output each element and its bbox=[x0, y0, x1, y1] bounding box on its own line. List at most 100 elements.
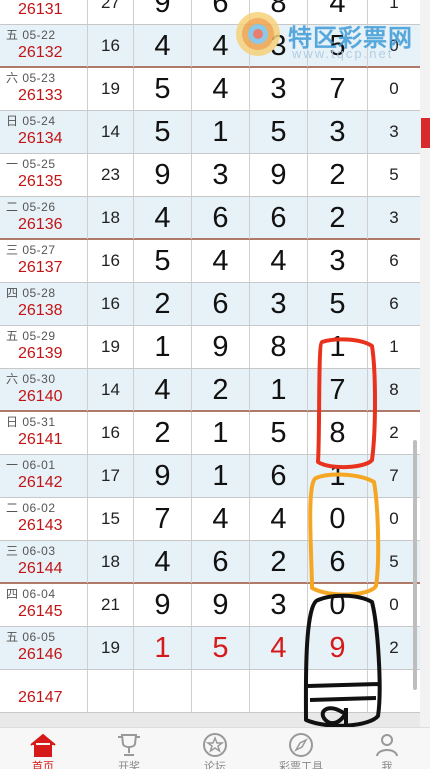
right-edge-accent bbox=[421, 118, 430, 148]
nav-item-1[interactable]: 开奖 bbox=[86, 728, 172, 769]
digit-4: 1 bbox=[308, 455, 368, 497]
sum-value: 16 bbox=[88, 412, 134, 454]
issue-cell: 二 05-26 26136 bbox=[0, 197, 88, 239]
sum-value: 21 bbox=[88, 584, 134, 626]
extra-value: 8 bbox=[389, 380, 399, 399]
watermark-logo: 特区彩票网 www.tqcp.net bbox=[232, 6, 422, 62]
results-table: 四 05-21 26131 27 9684 1 五 05-22 26132 16… bbox=[0, 0, 420, 713]
draw-date: 日 05-24 bbox=[6, 114, 56, 128]
digit-1: 2 bbox=[134, 412, 192, 454]
table-row[interactable]: 三 05-27 26137 16 5443 6 bbox=[0, 240, 420, 283]
digit-2: 9 bbox=[192, 326, 250, 368]
extra-value: 6 bbox=[389, 294, 399, 313]
table-row[interactable]: 一 06-01 26142 17 9161 7 bbox=[0, 455, 420, 498]
digit-2: 6 bbox=[192, 283, 250, 325]
issue-number: 26141 bbox=[18, 431, 63, 448]
digit-1: 5 bbox=[134, 240, 192, 282]
digit-1: 5 bbox=[134, 111, 192, 153]
table-row[interactable]: 五 06-05 26146 19 1549 2 bbox=[0, 627, 420, 670]
draw-date: 四 06-04 bbox=[6, 587, 56, 601]
table-row[interactable]: 二 06-02 26143 15 7440 0 bbox=[0, 498, 420, 541]
extra-value: 3 bbox=[389, 208, 399, 227]
table-row[interactable]: 二 05-26 26136 18 4662 3 bbox=[0, 197, 420, 240]
digit-2: 1 bbox=[192, 111, 250, 153]
watermark-url: www.tqcp.net bbox=[292, 46, 394, 61]
digit-2: 3 bbox=[192, 154, 250, 196]
digit-3: 8 bbox=[250, 326, 308, 368]
digit-3: 6 bbox=[250, 197, 308, 239]
digit-1 bbox=[134, 670, 192, 712]
draw-date: 三 05-27 bbox=[6, 243, 56, 257]
sum-value bbox=[88, 670, 134, 712]
nav-item-3[interactable]: 彩票工具 bbox=[258, 728, 344, 769]
table-row[interactable]: 六 05-30 26140 14 4217 8 bbox=[0, 369, 420, 412]
sum-value: 14 bbox=[88, 369, 134, 411]
issue-cell: 六 05-30 26140 bbox=[0, 369, 88, 411]
draw-date: 一 06-01 bbox=[6, 458, 56, 472]
digit-3: 1 bbox=[250, 369, 308, 411]
table-row[interactable]: 四 05-28 26138 16 2635 6 bbox=[0, 283, 420, 326]
issue-number: 26143 bbox=[18, 517, 63, 534]
issue-number: 26144 bbox=[18, 560, 63, 577]
digit-4: 1 bbox=[308, 326, 368, 368]
table-row[interactable]: 26147 bbox=[0, 670, 420, 713]
digit-1: 9 bbox=[134, 154, 192, 196]
digit-3: 3 bbox=[250, 584, 308, 626]
issue-cell: 一 06-01 26142 bbox=[0, 455, 88, 497]
sum-value: 18 bbox=[88, 541, 134, 583]
sum-value: 16 bbox=[88, 25, 134, 67]
sum-value: 19 bbox=[88, 627, 134, 669]
issue-cell: 四 05-28 26138 bbox=[0, 283, 88, 325]
table-row[interactable]: 六 05-23 26133 19 5437 0 bbox=[0, 68, 420, 111]
issue-cell: 一 05-25 26135 bbox=[0, 154, 88, 196]
sum-value: 18 bbox=[88, 197, 134, 239]
digit-3: 6 bbox=[250, 455, 308, 497]
sum-value: 27 bbox=[88, 0, 134, 24]
nav-item-4[interactable]: 我 bbox=[344, 728, 430, 769]
digit-2: 2 bbox=[192, 369, 250, 411]
digit-4: 2 bbox=[308, 197, 368, 239]
scrollbar-thumb[interactable] bbox=[413, 440, 417, 690]
nav-item-2[interactable]: 论坛 bbox=[172, 728, 258, 769]
extra-value: 6 bbox=[389, 251, 399, 270]
sum-value: 16 bbox=[88, 283, 134, 325]
issue-number: 26140 bbox=[18, 388, 63, 405]
issue-cell: 四 06-04 26145 bbox=[0, 584, 88, 626]
table-row[interactable]: 四 06-04 26145 21 9930 0 bbox=[0, 584, 420, 627]
table-row[interactable]: 三 06-03 26144 18 4626 5 bbox=[0, 541, 420, 584]
issue-cell: 日 05-24 26134 bbox=[0, 111, 88, 153]
issue-number: 26134 bbox=[18, 130, 63, 147]
digit-1: 4 bbox=[134, 197, 192, 239]
digit-2: 1 bbox=[192, 412, 250, 454]
issue-cell: 四 05-21 26131 bbox=[0, 0, 88, 24]
sum-value: 15 bbox=[88, 498, 134, 540]
draw-date: 六 05-23 bbox=[6, 71, 56, 85]
table-row[interactable]: 一 05-25 26135 23 9392 5 bbox=[0, 154, 420, 197]
table-row[interactable]: 日 05-31 26141 16 2158 2 bbox=[0, 412, 420, 455]
issue-cell: 三 05-27 26137 bbox=[0, 240, 88, 282]
digit-2: 9 bbox=[192, 584, 250, 626]
digit-3: 4 bbox=[250, 240, 308, 282]
extra-value: 5 bbox=[389, 165, 399, 184]
digit-3: 9 bbox=[250, 154, 308, 196]
draw-date: 日 05-31 bbox=[6, 415, 56, 429]
digit-4: 5 bbox=[308, 283, 368, 325]
table-row[interactable]: 日 05-24 26134 14 5153 3 bbox=[0, 111, 420, 154]
nav-item-0[interactable]: 首页 bbox=[0, 728, 86, 769]
digit-2: 1 bbox=[192, 455, 250, 497]
digit-4: 7 bbox=[308, 369, 368, 411]
table-row[interactable]: 五 05-29 26139 19 1981 1 bbox=[0, 326, 420, 369]
digit-3: 2 bbox=[250, 541, 308, 583]
digit-4: 3 bbox=[308, 111, 368, 153]
issue-cell: 五 05-22 26132 bbox=[0, 25, 88, 67]
app-root: 四 05-21 26131 27 9684 1 五 05-22 26132 16… bbox=[0, 0, 430, 769]
digit-2: 4 bbox=[192, 498, 250, 540]
sum-value: 16 bbox=[88, 240, 134, 282]
draw-date: 六 05-30 bbox=[6, 372, 56, 386]
digit-1: 5 bbox=[134, 68, 192, 110]
issue-number: 26133 bbox=[18, 87, 63, 104]
digit-4: 3 bbox=[308, 240, 368, 282]
issue-number: 26135 bbox=[18, 173, 63, 190]
sum-value: 14 bbox=[88, 111, 134, 153]
issue-cell: 二 06-02 26143 bbox=[0, 498, 88, 540]
